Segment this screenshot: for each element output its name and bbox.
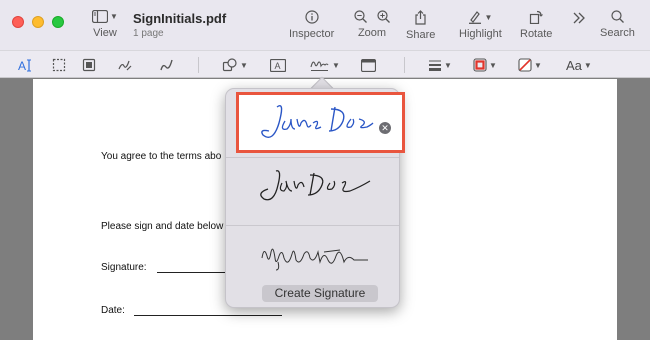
- my-signature-handwritten: [261, 248, 368, 271]
- smart-lasso-icon: [82, 58, 96, 72]
- shape-style-icon: [429, 60, 441, 71]
- zoom-control[interactable]: Zoom: [354, 10, 390, 39]
- chevron-down-icon: ▼: [489, 60, 497, 70]
- svg-text:A: A: [18, 59, 26, 72]
- text-style-tool[interactable]: Aa ▼: [566, 56, 592, 74]
- instruction-text: Please sign and date below: [101, 221, 224, 232]
- preview-window: ▼ View SignInitials.pdf 1 page Inspector…: [0, 0, 650, 340]
- rotate-label: Rotate: [520, 28, 553, 40]
- zoom-out-icon[interactable]: [354, 10, 367, 23]
- shapes-tool[interactable]: ▼: [222, 56, 248, 74]
- create-signature-button[interactable]: Create Signature: [262, 285, 378, 302]
- info-icon: [305, 10, 319, 24]
- jane-doe-signature-blue: [261, 105, 374, 138]
- chevron-double-right-icon: [573, 12, 585, 24]
- chevron-down-icon: ▼: [534, 60, 542, 70]
- toolbar-divider: [404, 57, 405, 73]
- chevron-down-icon: ▼: [240, 60, 248, 70]
- rotate-icon: [530, 10, 544, 24]
- sign-icon: [310, 61, 329, 71]
- chevron-down-icon: ▼: [110, 12, 118, 21]
- note-tool[interactable]: [361, 56, 376, 74]
- remove-signature-button[interactable]: ✕: [379, 122, 391, 134]
- highlight-button[interactable]: ▼ Highlight: [459, 10, 502, 40]
- chevron-down-icon: ▼: [583, 60, 592, 70]
- terms-text: You agree to the terms abo: [101, 151, 222, 162]
- highlight-label: Highlight: [459, 28, 502, 40]
- search-label: Search: [600, 27, 635, 39]
- inspector-label: Inspector: [289, 28, 335, 40]
- highlighter-icon: [469, 11, 482, 24]
- more-tools-button[interactable]: [572, 12, 586, 24]
- document-title: SignInitials.pdf: [133, 11, 227, 26]
- markup-toolbar: A ▼ A ▼ ▼ ▼ ▼ Aa ▼: [0, 50, 650, 78]
- signature-field-label: Signature:: [101, 262, 147, 273]
- document-page-count: 1 page: [133, 28, 164, 39]
- share-label: Share: [406, 29, 436, 41]
- rectangular-selection-tool[interactable]: [52, 56, 66, 74]
- search-icon: [611, 10, 624, 23]
- draw-tool[interactable]: [160, 56, 174, 74]
- border-color-icon: [473, 58, 487, 72]
- date-line[interactable]: [134, 315, 282, 316]
- shapes-icon: [222, 58, 237, 72]
- fill-color-icon: [518, 58, 532, 72]
- minimize-window-button[interactable]: [32, 16, 44, 28]
- signature-line[interactable]: [157, 272, 227, 273]
- view-button[interactable]: ▼ View: [92, 10, 118, 39]
- draw-icon: [160, 59, 173, 71]
- sidebar-icon: [92, 10, 108, 23]
- text-selection-icon: A: [18, 59, 31, 72]
- border-color-tool[interactable]: ▼: [473, 56, 497, 74]
- text-style-icon: Aa: [566, 57, 582, 73]
- shape-style-tool[interactable]: ▼: [428, 56, 452, 74]
- rectangular-selection-icon: [52, 58, 66, 72]
- note-icon: [361, 58, 376, 72]
- toolbar-divider: [198, 57, 199, 73]
- sketch-icon: [118, 60, 132, 71]
- fill-color-tool[interactable]: ▼: [518, 56, 542, 74]
- zoom-label: Zoom: [357, 27, 387, 39]
- view-label: View: [93, 27, 117, 39]
- share-button[interactable]: Share: [406, 10, 435, 41]
- chevron-down-icon: ▼: [332, 60, 340, 70]
- chevron-down-icon: ▼: [484, 12, 493, 22]
- text-box-icon: A: [270, 58, 286, 72]
- sign-tool[interactable]: ▼: [310, 56, 340, 74]
- text-box-tool[interactable]: A: [270, 56, 286, 74]
- chevron-down-icon: ▼: [444, 60, 452, 70]
- search-button[interactable]: Search: [600, 10, 635, 39]
- svg-text:A: A: [275, 61, 281, 71]
- smart-lasso-tool[interactable]: [82, 56, 96, 74]
- zoom-window-button[interactable]: [52, 16, 64, 28]
- share-icon: [415, 10, 426, 25]
- window-controls: [12, 16, 64, 28]
- text-selection-tool[interactable]: A: [18, 56, 34, 74]
- jane-doe-signature-handwritten: [260, 170, 371, 201]
- selected-signature[interactable]: [236, 92, 405, 153]
- toolbar: ▼ View SignInitials.pdf 1 page Inspector…: [0, 0, 650, 50]
- sketch-tool[interactable]: [118, 56, 132, 74]
- inspector-button[interactable]: Inspector: [289, 10, 334, 40]
- rotate-button[interactable]: Rotate: [520, 10, 552, 40]
- close-window-button[interactable]: [12, 16, 24, 28]
- date-field-label: Date:: [101, 305, 125, 316]
- zoom-in-icon[interactable]: [377, 10, 390, 23]
